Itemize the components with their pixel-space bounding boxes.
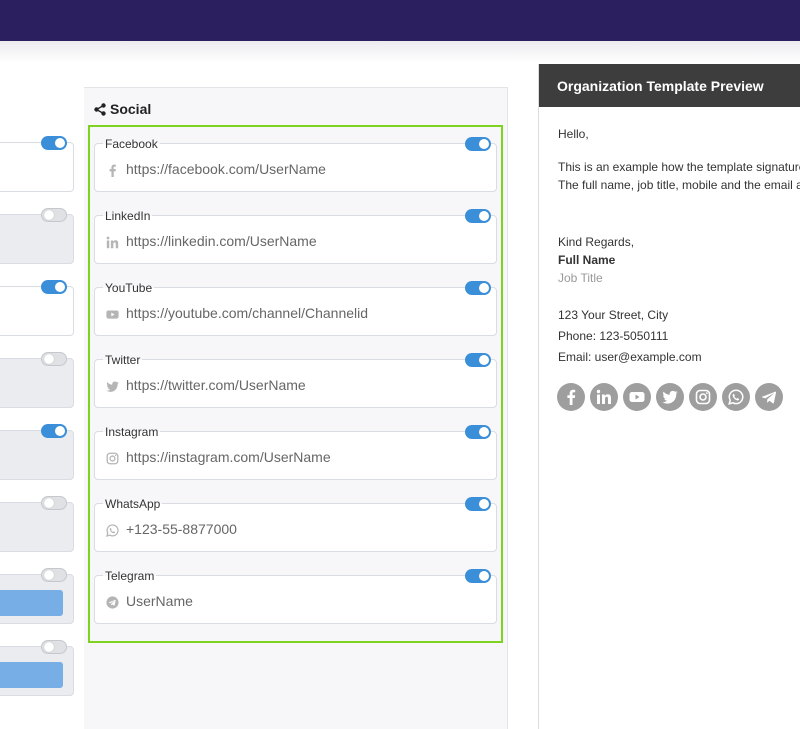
whatsapp-label: WhatsApp <box>103 497 163 511</box>
youtube-label: YouTube <box>103 281 155 295</box>
facebook-icon <box>105 163 119 177</box>
preview-full-name: Full Name <box>558 253 616 267</box>
youtube-toggle[interactable] <box>465 281 491 295</box>
left-toggle-3[interactable] <box>41 280 67 294</box>
instagram-toggle[interactable] <box>465 425 491 439</box>
share-icon <box>94 102 106 116</box>
twitter-input[interactable]: https://twitter.com/UserName <box>126 377 306 393</box>
telegram-toggle[interactable] <box>465 569 491 583</box>
facebook-input[interactable]: https://facebook.com/UserName <box>126 161 326 177</box>
left-field-card[interactable] <box>0 286 74 336</box>
left-toggle-5[interactable] <box>41 424 67 438</box>
youtube-input[interactable]: https://youtube.com/channel/Channelid <box>126 305 368 321</box>
preview-body-line-1: This is an example how the template sign… <box>558 160 800 174</box>
left-toggle-7[interactable] <box>41 568 67 582</box>
telegram-icon <box>105 595 119 609</box>
preview-header: Organization Template Preview <box>539 64 800 107</box>
instagram-icon <box>105 451 119 465</box>
preview-instagram-icon[interactable] <box>689 383 717 411</box>
left-toggle-4[interactable] <box>41 352 67 366</box>
preview-youtube-icon[interactable] <box>623 383 651 411</box>
preview-telegram-icon[interactable] <box>755 383 783 411</box>
whatsapp-input[interactable]: +123-55-8877000 <box>126 521 237 537</box>
preview-whatsapp-icon[interactable] <box>722 383 750 411</box>
twitter-label: Twitter <box>103 353 143 367</box>
preview-greeting: Hello, <box>558 127 589 141</box>
telegram-input[interactable]: UserName <box>126 593 193 609</box>
preview-regards: Kind Regards, <box>558 235 635 249</box>
left-field-card[interactable] <box>0 430 74 480</box>
instagram-label: Instagram <box>103 425 161 439</box>
preview-address: 123 Your Street, City <box>558 308 669 322</box>
topbar-shadow <box>0 41 800 63</box>
left-field-card[interactable] <box>0 142 74 192</box>
linkedin-input[interactable]: https://linkedin.com/UserName <box>126 233 317 249</box>
facebook-label: Facebook <box>103 137 160 151</box>
preview-email: Email: user@example.com <box>558 350 702 364</box>
telegram-label: Telegram <box>103 569 157 583</box>
social-heading-label: Social <box>110 101 152 117</box>
preview-phone: Phone: 123-5050111 <box>558 329 669 343</box>
preview-title: Organization Template Preview <box>557 78 764 94</box>
preview-linkedin-icon[interactable] <box>590 383 618 411</box>
left-field-card[interactable] <box>0 358 74 408</box>
preview-facebook-icon[interactable] <box>557 383 585 411</box>
left-toggle-1[interactable] <box>41 136 67 150</box>
left-color-bar[interactable] <box>0 590 63 616</box>
social-heading: Social <box>94 101 151 117</box>
left-field-card[interactable] <box>0 214 74 264</box>
facebook-toggle[interactable] <box>465 137 491 151</box>
left-field-card[interactable] <box>0 502 74 552</box>
twitter-icon <box>105 379 119 393</box>
linkedin-label: LinkedIn <box>103 209 153 223</box>
whatsapp-icon <box>105 523 119 537</box>
left-toggle-6[interactable] <box>41 496 67 510</box>
linkedin-toggle[interactable] <box>465 209 491 223</box>
youtube-icon <box>105 307 119 321</box>
left-toggle-8[interactable] <box>41 640 67 654</box>
preview-job-title: Job Title <box>558 271 603 285</box>
left-color-bar[interactable] <box>0 662 63 688</box>
whatsapp-toggle[interactable] <box>465 497 491 511</box>
linkedin-icon <box>105 235 119 249</box>
preview-body-line-2: The full name, job title, mobile and the… <box>558 178 800 192</box>
instagram-input[interactable]: https://instagram.com/UserName <box>126 449 331 465</box>
twitter-toggle[interactable] <box>465 353 491 367</box>
left-toggle-2[interactable] <box>41 208 67 222</box>
preview-twitter-icon[interactable] <box>656 383 684 411</box>
top-navigation-bar <box>0 0 800 41</box>
template-preview-panel: Organization Template Preview Hello, Thi… <box>538 64 800 729</box>
